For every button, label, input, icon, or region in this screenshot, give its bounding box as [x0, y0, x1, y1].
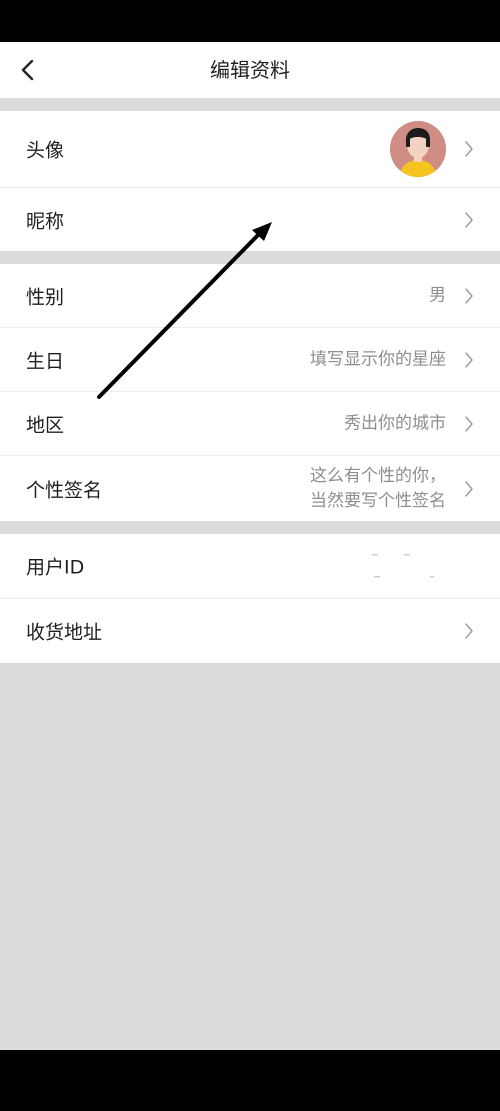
- chevron-right-icon: [465, 287, 473, 304]
- gender-label: 性别: [26, 286, 65, 308]
- chevron-right-icon: [465, 141, 473, 157]
- chevron-right-icon: [465, 623, 473, 639]
- shipping-address-label: 收货地址: [26, 621, 103, 644]
- gender-value: 男: [429, 285, 446, 305]
- navigation-bar: [0, 1050, 500, 1111]
- region-label: 地区: [26, 414, 65, 436]
- chevron-right-icon: [465, 351, 473, 368]
- nav-bar: 编辑资料: [0, 42, 500, 98]
- edit-profile-screen: 编辑资料 头像 昵称 性别 男 生日 填写显示你的星座 地区 秀出你的城市 个性…: [0, 42, 500, 1050]
- page-title: 编辑资料: [210, 58, 290, 82]
- signature-row[interactable]: 个性签名 这么有个性的你， 当然要写个性签名: [0, 456, 500, 521]
- avatar: [390, 121, 446, 177]
- signature-placeholder-line2: 当然要写个性签名: [310, 490, 446, 511]
- user-id-row: 用户ID: [0, 534, 500, 599]
- nickname-row[interactable]: 昵称: [0, 188, 500, 251]
- details-section: 性别 男 生日 填写显示你的星座 地区 秀出你的城市 个性签名 这么有个性的你，…: [0, 264, 500, 521]
- user-id-label: 用户ID: [26, 556, 85, 579]
- nickname-label: 昵称: [26, 210, 65, 232]
- gender-row[interactable]: 性别 男: [0, 264, 500, 328]
- profile-section: 头像 昵称: [0, 111, 500, 251]
- signature-placeholder: 这么有个性的你， 当然要写个性签名: [310, 464, 446, 514]
- birthday-row[interactable]: 生日 填写显示你的星座: [0, 328, 500, 392]
- avatar-row[interactable]: 头像: [0, 111, 500, 188]
- chevron-right-icon: [465, 211, 473, 228]
- chevron-right-icon: [465, 415, 473, 432]
- birthday-placeholder: 填写显示你的星座: [310, 349, 446, 369]
- masked-user-id: [372, 554, 434, 578]
- signature-placeholder-line1: 这么有个性的你，: [310, 465, 446, 486]
- region-row[interactable]: 地区 秀出你的城市: [0, 392, 500, 456]
- shipping-address-row[interactable]: 收货地址: [0, 599, 500, 663]
- signature-label: 个性签名: [26, 479, 103, 501]
- account-section: 用户ID 收货地址: [0, 534, 500, 663]
- status-bar: [0, 0, 500, 42]
- avatar-label: 头像: [26, 139, 65, 162]
- birthday-label: 生日: [26, 350, 65, 372]
- region-placeholder: 秀出你的城市: [344, 413, 446, 433]
- chevron-right-icon: [465, 480, 473, 497]
